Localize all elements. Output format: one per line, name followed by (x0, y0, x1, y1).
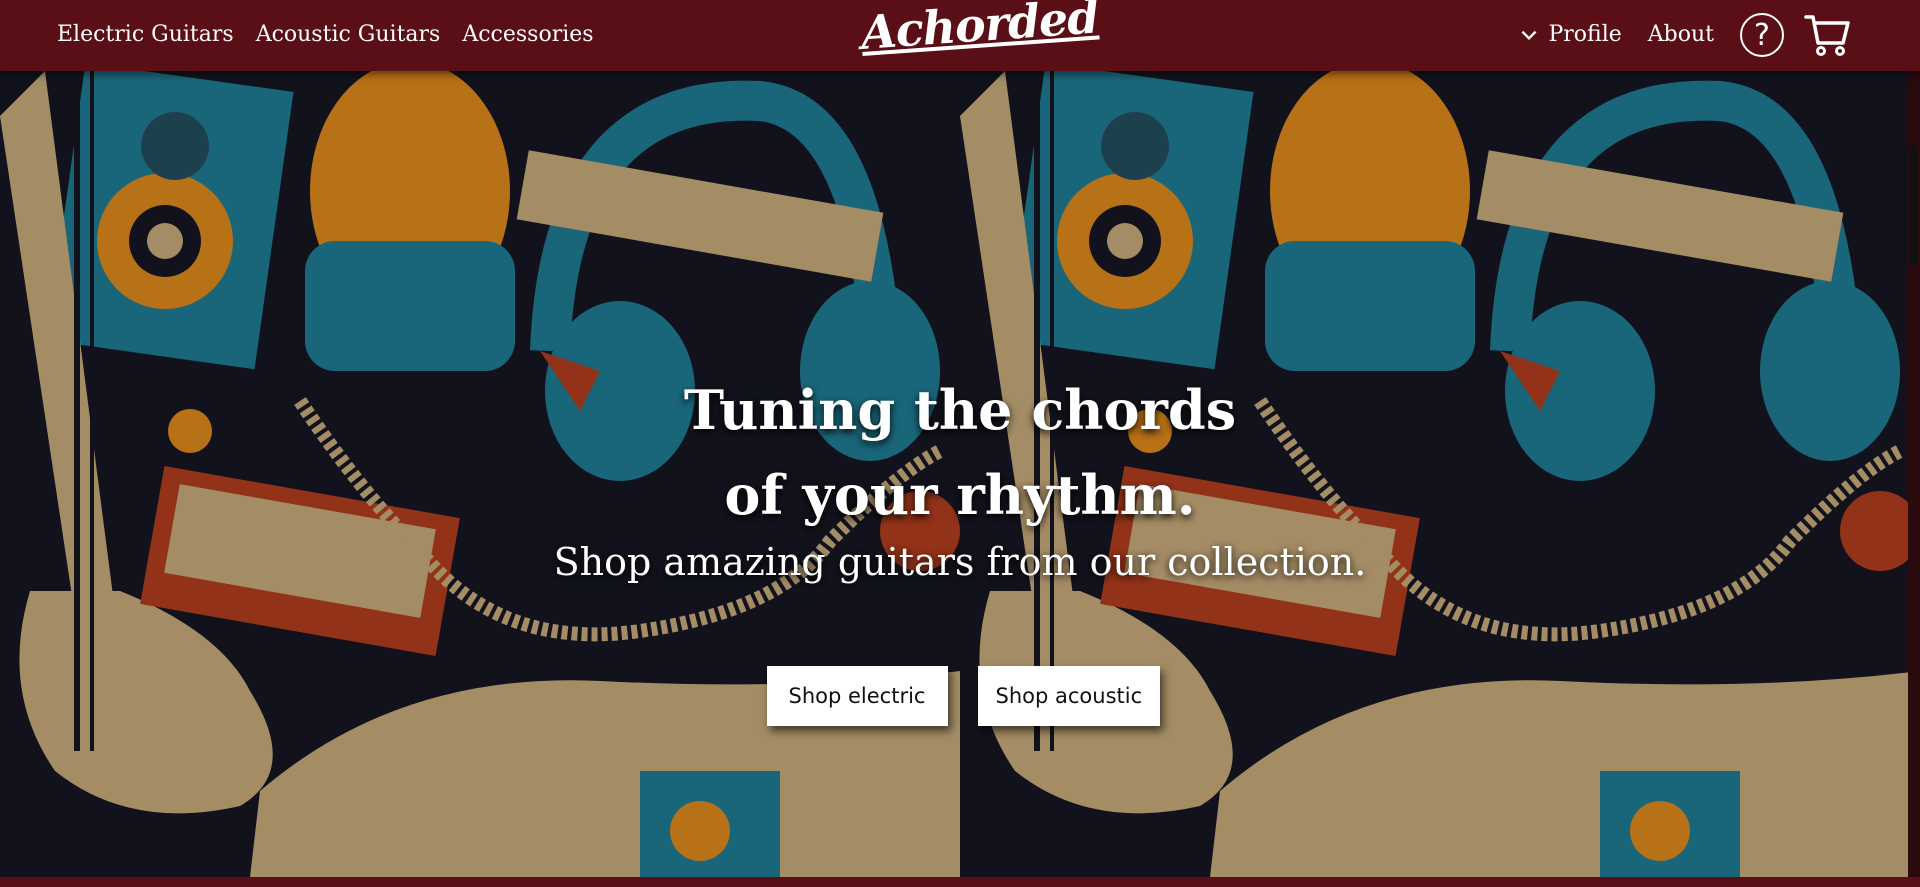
cart-icon[interactable] (1804, 12, 1852, 58)
help-icon[interactable]: ? (1740, 13, 1784, 57)
hero-headline-line-1: Tuning the chords (683, 378, 1237, 442)
brand-logo[interactable]: Achorded (859, 0, 1101, 66)
nav-link-electric-guitars[interactable]: Electric Guitars (57, 20, 234, 50)
hero-cta-group: Shop electric Shop acoustic (0, 666, 1920, 726)
hero-headline-line-2: of your rhythm. (724, 463, 1196, 527)
account-navigation: Profile About ? (1518, 10, 1852, 60)
hero-subheadline: Shop amazing guitars from our collection… (553, 540, 1367, 584)
hero-banner: Tuning the chords of your rhythm. Shop a… (0, 71, 1920, 877)
primary-navigation: Electric Guitars Acoustic Guitars Access… (57, 20, 616, 50)
shop-acoustic-button[interactable]: Shop acoustic (977, 666, 1160, 726)
page: Electric Guitars Acoustic Guitars Access… (0, 0, 1920, 887)
nav-link-acoustic-guitars[interactable]: Acoustic Guitars (256, 20, 441, 50)
top-navigation-bar: Electric Guitars Acoustic Guitars Access… (0, 0, 1920, 71)
profile-link[interactable]: Profile (1548, 20, 1621, 50)
shop-electric-button[interactable]: Shop electric (766, 666, 948, 726)
footer-band (0, 877, 1920, 887)
nav-link-accessories[interactable]: Accessories (462, 20, 593, 50)
chevron-down-icon[interactable] (1518, 24, 1540, 46)
about-link[interactable]: About (1648, 20, 1714, 50)
page-scrollbar[interactable] (1908, 71, 1920, 877)
scrollbar-thumb[interactable] (1910, 145, 1918, 265)
